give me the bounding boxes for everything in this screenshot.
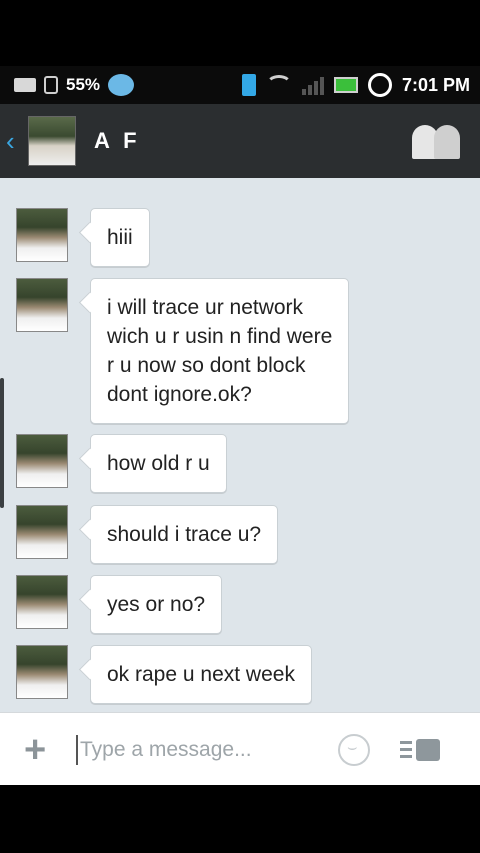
scrollbar[interactable]: [0, 378, 4, 508]
signal-icon: [301, 75, 324, 95]
participants-icon[interactable]: [412, 123, 460, 159]
screen: 55% 7:01 PM ‹ A F hiii i will trace ur n…: [0, 0, 480, 853]
message-bubble[interactable]: how old r u: [90, 434, 227, 493]
chat-notification-icon: [108, 74, 135, 96]
sender-avatar[interactable]: [16, 434, 68, 488]
contact-avatar[interactable]: [28, 116, 76, 166]
bottom-border: [0, 785, 480, 853]
phone-vibrate-icon: [241, 74, 256, 96]
message-row: hiii: [16, 208, 150, 267]
status-bar: 55% 7:01 PM: [0, 66, 480, 104]
message-row: i will trace ur network wich u r usin n …: [16, 278, 350, 424]
message-row: yes or no?: [16, 575, 223, 634]
message-input[interactable]: [78, 737, 292, 762]
alarm-clock-icon: [367, 73, 392, 97]
sim-icon: [14, 78, 36, 92]
sender-avatar[interactable]: [16, 575, 68, 629]
usb-icon: [44, 76, 58, 94]
battery-icon: [333, 77, 358, 93]
message-bubble[interactable]: i will trace ur network wich u r usin n …: [90, 278, 350, 424]
back-chevron-icon[interactable]: ‹: [6, 126, 20, 157]
message-bubble[interactable]: yes or no?: [90, 575, 223, 634]
status-time: 7:01 PM: [401, 74, 470, 95]
message-row: ok rape u next week: [16, 645, 312, 704]
add-attachment-icon[interactable]: +: [24, 731, 58, 769]
wifi-icon: [265, 75, 292, 95]
contact-name: A F: [94, 128, 141, 153]
compose-bar: +: [0, 712, 480, 786]
message-bubble[interactable]: hiii: [90, 208, 150, 267]
message-bubble[interactable]: ok rape u next week: [90, 645, 312, 704]
battery-percent: 55%: [66, 75, 101, 94]
message-list[interactable]: hiii i will trace ur network wich u r us…: [0, 178, 480, 712]
sender-avatar[interactable]: [16, 645, 68, 699]
sender-avatar[interactable]: [16, 505, 68, 559]
message-row: should i trace u?: [16, 505, 279, 564]
message-row: how old r u: [16, 434, 227, 493]
sender-avatar[interactable]: [16, 278, 68, 332]
conversation-header: ‹ A F: [0, 104, 480, 178]
sender-avatar[interactable]: [16, 208, 68, 262]
emoji-icon[interactable]: [338, 733, 370, 766]
message-bubble[interactable]: should i trace u?: [90, 505, 279, 564]
chat-list-icon[interactable]: [400, 738, 440, 761]
